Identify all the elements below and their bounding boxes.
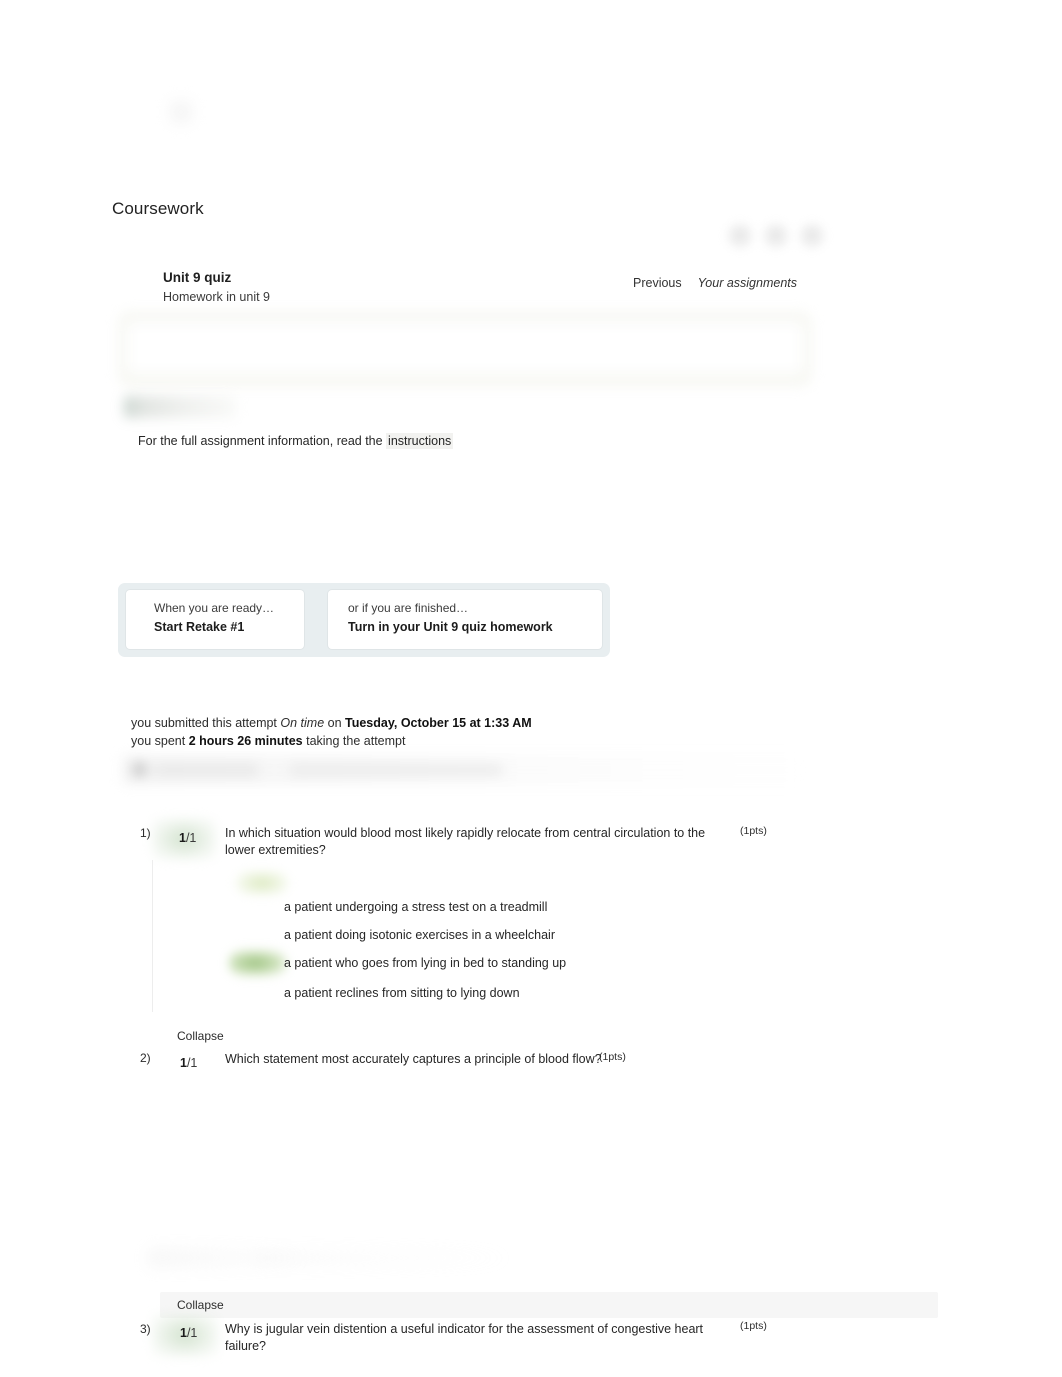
start-retake-label: Start Retake #1 <box>154 620 245 634</box>
time-spent-pre: you spent <box>131 734 189 749</box>
q1-points: (1pts) <box>740 825 767 837</box>
q2-index: 2) <box>140 1051 151 1065</box>
turn-in-button[interactable]: or if you are finished… Turn in your Uni… <box>328 590 602 649</box>
previous-link[interactable]: Previous <box>633 276 682 290</box>
q2-points: (1pts) <box>599 1051 626 1063</box>
q1-option-0-badge <box>236 871 288 895</box>
submission-line-2: you spent 2 hours 26 minutes taking the … <box>131 732 532 750</box>
q1-option-2-correct-badge <box>229 950 287 976</box>
q3-score-total: /1 <box>186 1326 198 1340</box>
q1-score-earned: 1 <box>179 831 186 845</box>
q1-collapse-link[interactable]: Collapse <box>177 1029 224 1043</box>
q2-meta-placeholder <box>255 1250 513 1266</box>
q3-points: (1pts) <box>740 1320 767 1332</box>
instructions-line: For the full assignment information, rea… <box>138 433 454 449</box>
start-retake-kicker: When you are ready… <box>154 601 275 615</box>
attempt-summary-bar <box>122 755 810 785</box>
avatar[interactable] <box>764 224 788 248</box>
q3-text: Why is jugular vein distention a useful … <box>225 1322 704 1353</box>
header-links: Previous Your assignments <box>633 276 797 290</box>
q2-collapse-link[interactable]: Collapse <box>177 1298 224 1312</box>
assignment-subtitle: Homework in unit 9 <box>163 289 270 304</box>
q1-text: In which situation would blood most like… <box>225 826 706 857</box>
time-spent-post: taking the attempt <box>302 734 406 749</box>
submission-pre: you submitted this attempt <box>131 716 281 730</box>
q1-option-1[interactable]: a patient doing isotonic exercises in a … <box>284 928 555 942</box>
attempt-meta-placeholder <box>290 764 502 776</box>
faded-logo-icon <box>168 99 194 125</box>
action-button-row: When you are ready… Start Retake #1 or i… <box>118 583 610 657</box>
q1-option-0[interactable]: a patient undergoing a stress test on a … <box>284 900 547 914</box>
submission-info: you submitted this attempt On time on Tu… <box>131 714 532 750</box>
submission-line-1: you submitted this attempt On time on Tu… <box>131 714 532 732</box>
assignment-header: Unit 9 quiz Homework in unit 9 Previous … <box>163 268 803 306</box>
turn-in-kicker: or if you are finished… <box>348 601 469 615</box>
assignment-banner-panel <box>118 311 812 387</box>
q1-score: 1/1 <box>179 831 196 845</box>
attempt-avatar-icon <box>132 762 147 777</box>
q1-option-3[interactable]: a patient reclines from sitting to lying… <box>284 986 520 1000</box>
q1-divider <box>152 860 153 1012</box>
page-title: Coursework <box>112 199 204 218</box>
q3-index: 3) <box>140 1322 151 1336</box>
q1-option-2[interactable]: a patient who goes from lying in bed to … <box>284 956 566 970</box>
avatar-group <box>728 224 824 248</box>
avatar[interactable] <box>728 224 752 248</box>
submission-status: On time <box>280 716 325 730</box>
q1-index: 1) <box>140 826 151 840</box>
banner-inner <box>127 322 803 374</box>
status-chip <box>124 396 236 418</box>
instructions-link[interactable]: instructions <box>386 433 454 449</box>
q2-collapse-band <box>160 1292 938 1318</box>
submission-mid: on <box>324 716 346 730</box>
q2-text: Which statement most accurately captures… <box>225 1052 602 1066</box>
q3-score-earned: 1 <box>180 1326 187 1340</box>
q1-score-total: /1 <box>185 831 197 845</box>
avatar[interactable] <box>800 224 824 248</box>
q3-score: 1/1 <box>180 1326 197 1340</box>
submission-datetime: Tuesday, October 15 at 1:33 AM <box>345 716 532 730</box>
instructions-prefix: For the full assignment information, rea… <box>138 434 387 448</box>
turn-in-label: Turn in your Unit 9 quiz homework <box>348 620 553 634</box>
q2-score-earned: 1 <box>180 1056 187 1070</box>
your-assignments-link[interactable]: Your assignments <box>698 276 797 290</box>
attempt-name-placeholder <box>154 764 258 776</box>
time-spent-duration: 2 hours 26 minutes <box>188 734 303 749</box>
q2-score-total: /1 <box>186 1056 198 1070</box>
q2-score: 1/1 <box>180 1056 197 1070</box>
start-retake-button[interactable]: When you are ready… Start Retake #1 <box>126 590 304 649</box>
